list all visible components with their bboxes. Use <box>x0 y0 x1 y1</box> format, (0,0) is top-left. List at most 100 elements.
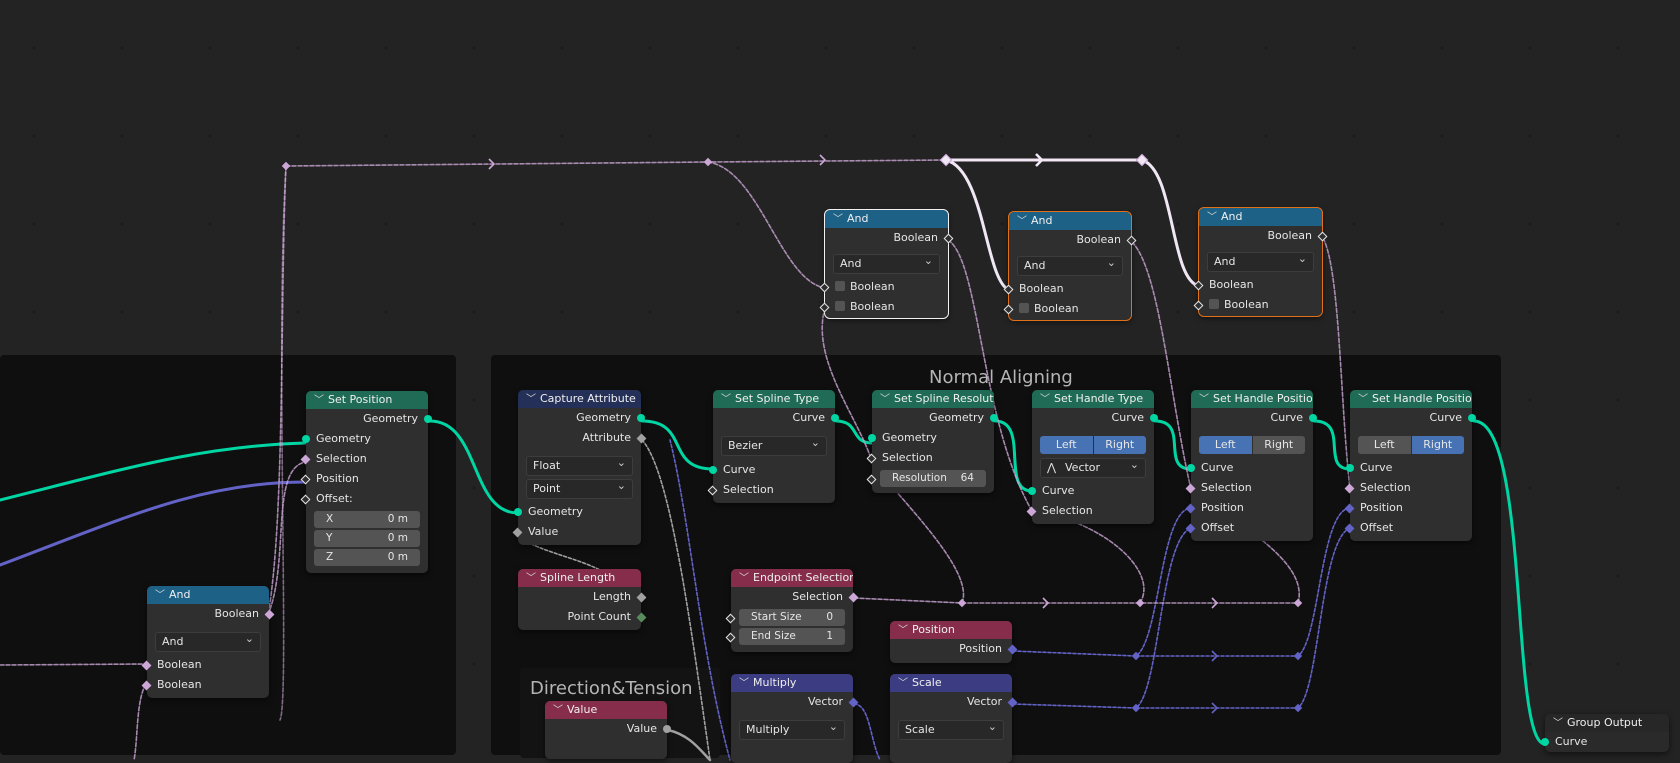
node-header[interactable]: ﹀Set Handle Positions <box>1350 390 1472 408</box>
collapse-chevron-icon[interactable]: ﹀ <box>314 392 328 409</box>
left-toggle-button[interactable]: Left <box>1040 436 1093 454</box>
left-toggle-button[interactable]: Left <box>1358 436 1411 454</box>
collapse-chevron-icon[interactable]: ﹀ <box>553 702 567 719</box>
node-header[interactable]: ﹀ And <box>1199 208 1322 226</box>
offset-z-field[interactable]: Z 0 m <box>314 549 420 566</box>
node-and-top-1[interactable]: ﹀And Boolean And Boolean Boolean <box>819 209 954 319</box>
dropdown-value: Vector <box>1065 461 1101 474</box>
collapse-chevron-icon[interactable]: ﹀ <box>898 675 912 692</box>
operation-dropdown[interactable]: And <box>155 630 261 652</box>
offset-x-field[interactable]: X 0 m <box>314 511 420 528</box>
offset-y-field[interactable]: Y 0 m <box>314 530 420 547</box>
collapse-chevron-icon[interactable]: ﹀ <box>1207 209 1221 226</box>
geometry-socket[interactable] <box>1541 738 1549 746</box>
geometry-socket[interactable] <box>637 414 645 422</box>
operation-dropdown[interactable]: And <box>1017 254 1123 276</box>
spline-type-dropdown[interactable]: Bezier <box>721 434 827 456</box>
geometry-socket[interactable] <box>514 508 522 516</box>
node-header[interactable]: ﹀ And <box>147 586 269 604</box>
collapse-chevron-icon[interactable]: ﹀ <box>1199 391 1213 408</box>
node-scale[interactable]: ﹀ Scale Vector Scale <box>890 674 1018 763</box>
collapse-chevron-icon[interactable]: ﹀ <box>739 675 753 692</box>
left-toggle-button[interactable]: Left <box>1199 436 1252 454</box>
checkbox[interactable] <box>835 281 845 291</box>
node-endpoint-selection[interactable]: ﹀ Endpoint Selection Selection Start Size… <box>725 569 859 652</box>
resolution-field[interactable]: Resolution 64 <box>880 470 986 487</box>
domain-dropdown[interactable]: Point <box>526 477 633 499</box>
geometry-socket[interactable] <box>1468 414 1476 422</box>
operation-dropdown[interactable]: Multiply <box>739 718 845 740</box>
geometry-socket[interactable] <box>831 414 839 422</box>
geometry-socket[interactable] <box>424 415 432 423</box>
geometry-socket[interactable] <box>709 466 717 474</box>
node-set-handle-positions-1[interactable]: ﹀Set Handle Positions Curve Left Right C… <box>1185 390 1317 541</box>
output-boolean: Boolean <box>147 604 275 624</box>
node-position[interactable]: ﹀ Position Position <box>890 621 1018 663</box>
geometry-socket[interactable] <box>868 434 876 442</box>
node-header[interactable]: ﹀ Endpoint Selection <box>731 569 853 587</box>
collapse-chevron-icon[interactable]: ﹀ <box>526 391 540 408</box>
node-header[interactable]: ﹀ Capture Attribute <box>518 390 641 408</box>
collapse-chevron-icon[interactable]: ﹀ <box>1358 391 1372 408</box>
node-header[interactable]: ﹀ And <box>1009 212 1131 230</box>
node-header[interactable]: ﹀ Scale <box>890 674 1012 692</box>
node-and-left[interactable]: ﹀And Boolean And Boolean Boolean <box>141 586 275 698</box>
right-toggle-button[interactable]: Right <box>1411 436 1464 454</box>
node-header[interactable]: ﹀ Group Output <box>1545 714 1669 732</box>
operation-dropdown[interactable]: And <box>1207 250 1314 272</box>
right-toggle-button[interactable]: Right <box>1093 436 1146 454</box>
node-and-top-2[interactable]: ﹀And Boolean And Boolean Boolean <box>1003 211 1137 321</box>
node-group-output[interactable]: ﹀ Group Output Curve <box>1541 714 1669 752</box>
node-value[interactable]: ﹀ Value Value <box>545 701 671 759</box>
node-header[interactable]: ﹀ Set Position <box>306 391 428 409</box>
collapse-chevron-icon[interactable]: ﹀ <box>880 391 894 408</box>
collapse-chevron-icon[interactable]: ﹀ <box>721 391 735 408</box>
checkbox[interactable] <box>1209 299 1219 309</box>
geometry-socket[interactable] <box>990 414 998 422</box>
collapse-chevron-icon[interactable]: ﹀ <box>1040 391 1054 408</box>
node-set-handle-positions-2[interactable]: ﹀Set Handle Positions Curve Left Right C… <box>1344 390 1476 541</box>
operation-dropdown[interactable]: Scale <box>898 718 1004 740</box>
node-and-top-3[interactable]: ﹀And Boolean And Boolean Boolean <box>1193 207 1328 317</box>
node-header[interactable]: ﹀Set Spline Resolution <box>872 390 994 408</box>
node-multiply[interactable]: ﹀ Multiply Vector Multiply <box>731 674 859 763</box>
geometry-socket[interactable] <box>1028 487 1036 495</box>
geometry-socket[interactable] <box>1346 464 1354 472</box>
node-header[interactable]: ﹀ Multiply <box>731 674 853 692</box>
collapse-chevron-icon[interactable]: ﹀ <box>898 622 912 639</box>
node-capture-attribute[interactable]: ﹀ Capture Attribute Geometry Attribute Fl… <box>512 390 647 545</box>
collapse-chevron-icon[interactable]: ﹀ <box>739 570 753 587</box>
collapse-chevron-icon[interactable]: ﹀ <box>155 587 169 604</box>
collapse-chevron-icon[interactable]: ﹀ <box>526 570 540 587</box>
collapse-chevron-icon[interactable]: ﹀ <box>1017 213 1031 230</box>
node-header[interactable]: ﹀ Set Spline Type <box>713 390 835 408</box>
node-header[interactable]: ﹀ And <box>825 210 948 228</box>
collapse-chevron-icon[interactable]: ﹀ <box>1553 715 1567 732</box>
float-socket[interactable] <box>663 725 671 733</box>
node-header[interactable]: ﹀ Spline Length <box>518 569 641 587</box>
node-set-handle-type[interactable]: ﹀ Set Handle Type Curve Left Right ⋀ Vecto… <box>1026 390 1158 524</box>
handle-type-dropdown[interactable]: ⋀ Vector <box>1040 456 1146 478</box>
collapse-chevron-icon[interactable]: ﹀ <box>833 211 847 228</box>
geometry-socket[interactable] <box>302 435 310 443</box>
right-toggle-button[interactable]: Right <box>1252 436 1305 454</box>
node-header[interactable]: ﹀ Set Handle Type <box>1032 390 1154 408</box>
end-size-field[interactable]: End Size 1 <box>739 628 845 645</box>
node-header[interactable]: ﹀ Value <box>545 701 667 719</box>
geometry-socket[interactable] <box>1187 464 1195 472</box>
node-header[interactable]: ﹀ Position <box>890 621 1012 639</box>
input-selection: Selection <box>1185 478 1313 498</box>
checkbox[interactable] <box>1019 303 1029 313</box>
start-size-field[interactable]: Start Size 0 <box>739 609 845 626</box>
output-selection: Selection <box>731 587 859 607</box>
data-type-dropdown[interactable]: Float <box>526 454 633 476</box>
node-set-spline-resolution[interactable]: ﹀Set Spline Resolution Geometry Geometry… <box>866 390 998 493</box>
geometry-socket[interactable] <box>1309 414 1317 422</box>
geometry-socket[interactable] <box>1150 414 1158 422</box>
node-spline-length[interactable]: ﹀ Spline Length Length Point Count <box>518 569 647 630</box>
checkbox[interactable] <box>835 301 845 311</box>
operation-dropdown[interactable]: And <box>833 252 940 274</box>
node-header[interactable]: ﹀Set Handle Positions <box>1191 390 1313 408</box>
node-set-position[interactable]: ﹀ Set Position Geometry Geometry Selectio… <box>300 391 432 573</box>
node-set-spline-type[interactable]: ﹀Set Spline Type Curve Bezier Curve Sele… <box>707 390 839 503</box>
